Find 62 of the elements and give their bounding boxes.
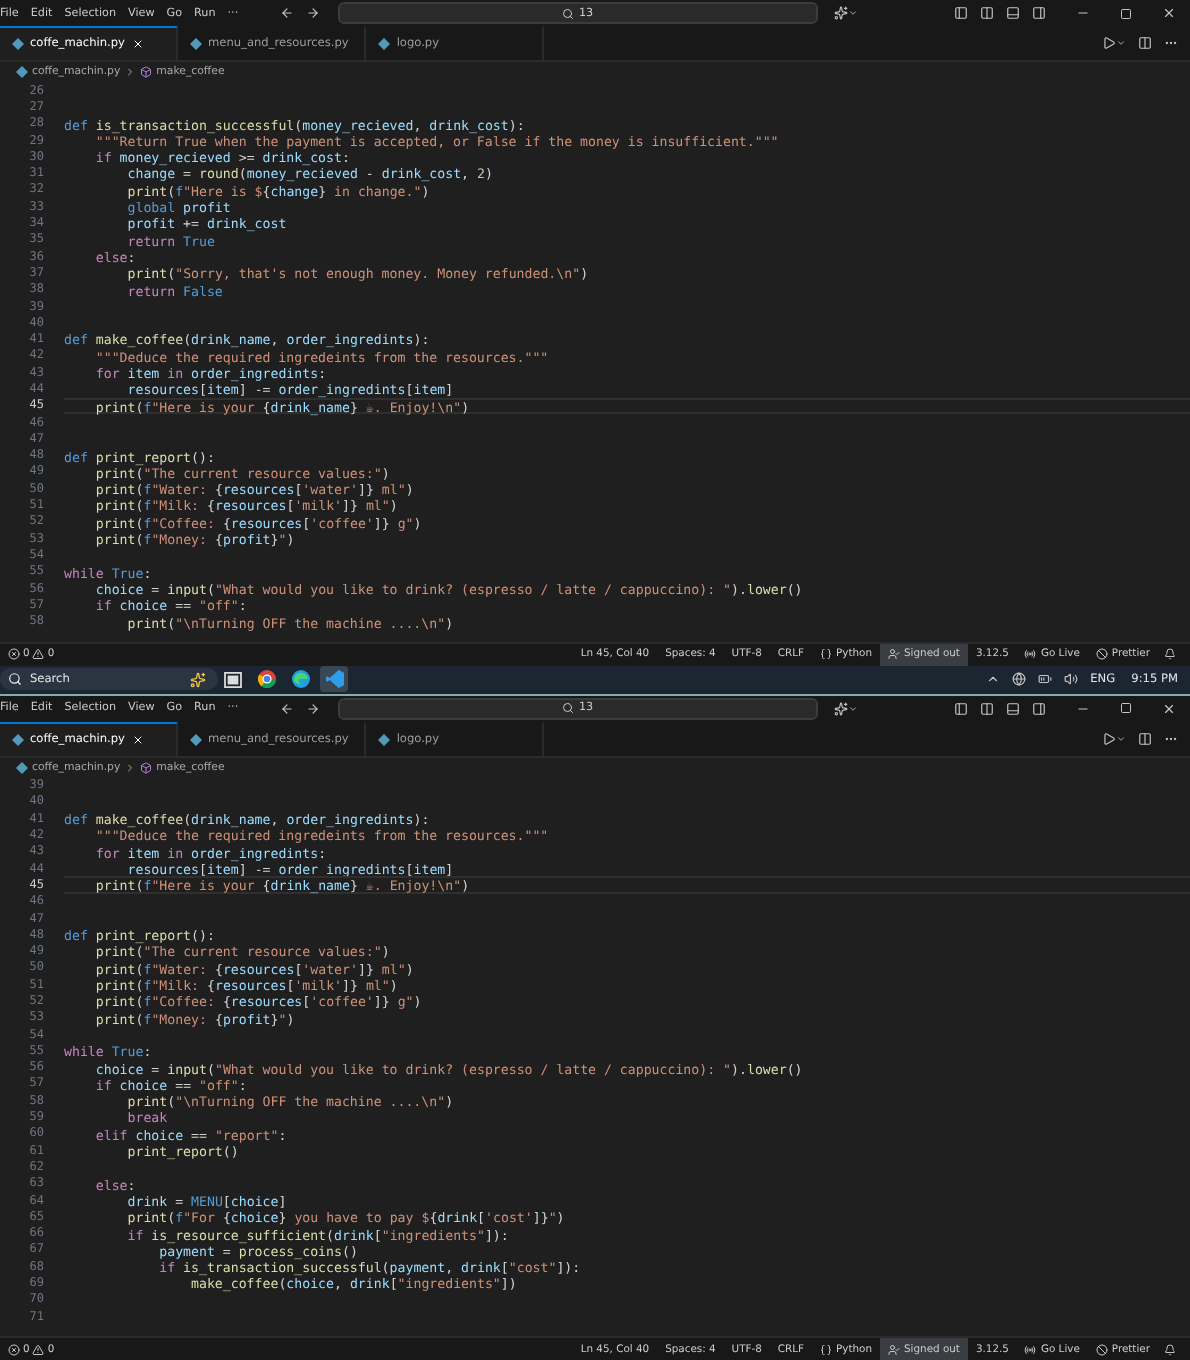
panel-toggle-icon[interactable]: [1006, 6, 1020, 20]
sidebar-toggle-icon[interactable]: [954, 701, 968, 715]
python-file-icon: [190, 38, 202, 50]
error-icon[interactable]: [8, 1343, 20, 1355]
code-editor-icon[interactable]: [325, 670, 343, 688]
browser-icon[interactable]: [257, 670, 275, 688]
browser-icon[interactable]: [291, 670, 309, 688]
python-file-icon: [378, 38, 391, 50]
assistant-icon[interactable]: [834, 6, 858, 20]
warning-icon[interactable]: [32, 648, 45, 660]
chevron-icon: [124, 761, 137, 773]
ban-icon: [1095, 648, 1108, 660]
globe-icon[interactable]: [1012, 672, 1027, 686]
symbol-icon: [140, 66, 153, 78]
search-icon: [562, 702, 575, 714]
speaker-icon[interactable]: [1064, 672, 1079, 686]
broadcast-icon: [1024, 648, 1037, 660]
python-file-icon: [12, 38, 24, 50]
warning-icon[interactable]: [32, 1343, 45, 1355]
chevron-icon: [124, 66, 137, 78]
close-icon[interactable]: [1162, 6, 1176, 20]
restore-icon[interactable]: [1120, 702, 1132, 714]
python-file-icon: [190, 733, 202, 745]
python-file-icon: [378, 733, 391, 745]
task-view-icon[interactable]: [223, 671, 241, 687]
forward-icon[interactable]: [306, 6, 320, 20]
braces-icon: [820, 648, 833, 660]
battery-icon[interactable]: [1038, 672, 1053, 686]
secondary-sidebar-icon[interactable]: [1032, 6, 1046, 20]
sidebar-toggle-icon[interactable]: [954, 6, 968, 20]
chevron-up-icon[interactable]: [986, 672, 1001, 686]
run-icon[interactable]: [1102, 731, 1126, 745]
run-icon[interactable]: [1102, 36, 1126, 50]
back-icon[interactable]: [280, 701, 294, 715]
minimize-icon[interactable]: [1076, 6, 1090, 20]
more-icon[interactable]: [1164, 36, 1178, 50]
broadcast-icon: [1024, 1343, 1037, 1355]
layout-icon[interactable]: [980, 6, 994, 20]
account-icon: [888, 1343, 901, 1355]
search-icon: [562, 7, 575, 19]
panel-toggle-icon[interactable]: [1006, 701, 1020, 715]
python-file-icon: [12, 733, 24, 745]
sparkle-icon[interactable]: [190, 671, 206, 687]
assistant-icon[interactable]: [834, 701, 858, 715]
python-file-icon: [16, 66, 28, 78]
split-editor-icon[interactable]: [1138, 731, 1152, 745]
bell-icon[interactable]: [1164, 648, 1176, 660]
bell-icon[interactable]: [1164, 1343, 1176, 1355]
ban-icon: [1095, 1343, 1108, 1355]
error-icon[interactable]: [8, 648, 20, 660]
restore-icon[interactable]: [1120, 7, 1132, 19]
braces-icon: [820, 1343, 833, 1355]
account-icon: [888, 648, 901, 660]
python-file-icon: [16, 761, 28, 773]
split-editor-icon[interactable]: [1138, 36, 1152, 50]
forward-icon[interactable]: [306, 701, 320, 715]
symbol-icon: [140, 761, 153, 773]
layout-icon[interactable]: [980, 701, 994, 715]
search-icon: [8, 672, 22, 686]
back-icon[interactable]: [280, 6, 294, 20]
close-icon[interactable]: [1162, 701, 1176, 715]
secondary-sidebar-icon[interactable]: [1032, 701, 1046, 715]
